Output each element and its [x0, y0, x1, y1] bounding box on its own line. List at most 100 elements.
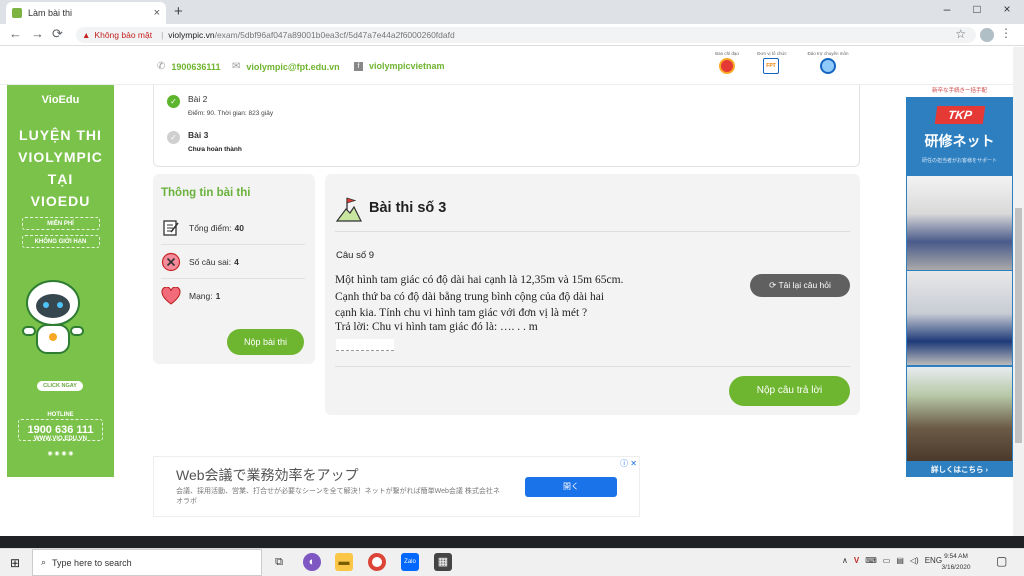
exam-item-title: Bài 3	[188, 130, 209, 140]
search-placeholder: Type here to search	[52, 557, 132, 568]
ad-website: WWW.VIO.EDU.VN	[34, 436, 87, 442]
phone-contact[interactable]: ✆ 1900636111	[157, 61, 220, 72]
browser-menu-icon[interactable]: ⋮	[1000, 26, 1012, 40]
org-label-3: Đảo trợ chuyên môn	[807, 51, 849, 56]
clock-date: 3/16/2020	[941, 564, 971, 571]
file-explorer-icon[interactable]: ▬	[335, 553, 353, 571]
ad-choices-icon[interactable]: ⓘ ✕	[620, 458, 637, 469]
ad-top-text: 新卒な手続きー括手配	[906, 85, 1013, 97]
mountain-flag-icon	[335, 197, 362, 222]
ad-line-3: TẠI	[47, 171, 74, 187]
search-icon: ⌕	[41, 557, 47, 567]
zalo-icon[interactable]: Zalo	[401, 553, 419, 571]
ad-line-1: LUYỆN THI	[19, 127, 102, 143]
total-score-value: 40	[234, 222, 244, 233]
facebook-icon: f	[354, 61, 363, 71]
heart-icon	[161, 286, 181, 306]
browser-app-icon[interactable]: ◐	[303, 553, 321, 571]
back-arrow-icon[interactable]: ←	[9, 26, 22, 41]
system-tray: ∧ V ⌨ ▭ ▤ ◁) ENG	[842, 556, 942, 565]
ad-pill-free: MIỄN PHÍ	[21, 217, 100, 230]
exam-item-2[interactable]: ✓ Bài 2 Điểm: 90. Thời gian: 823 giây	[167, 94, 273, 117]
exam-info-title: Thông tin bài thi	[161, 187, 251, 199]
taskbar-search-input[interactable]: ⌕ Type here to search	[32, 549, 262, 576]
profile-avatar-icon[interactable]	[980, 28, 994, 42]
bottom-banner-ad[interactable]: Web会議で業務効率をアップ 会議、採用活動、営業、打合せが必要なシーンを全て解…	[153, 456, 640, 517]
exam-item-title: Bài 2	[188, 94, 208, 104]
url-separator: |	[161, 30, 164, 40]
window-minimize-button[interactable]: –	[930, 2, 964, 16]
insecure-label: Không bảo mật	[94, 30, 153, 40]
ad-title: 研修ネット	[924, 133, 995, 149]
tray-app-icon[interactable]: V	[854, 556, 859, 565]
tray-chevron-icon[interactable]: ∧	[842, 556, 848, 565]
ad-pill-unlimited: KHÔNG GIỚI HẠN	[21, 235, 100, 248]
tkp-side-ad[interactable]: 新卒な手続きー括手配 TKP 研修ネット 研任の担当者がお客様をサポート 詳しく…	[906, 85, 1013, 477]
question-number: Câu số 9	[336, 250, 375, 261]
facebook-contact[interactable]: f violympicvietnam	[354, 61, 445, 71]
ad-open-button[interactable]: 開く	[525, 477, 617, 497]
exam-item-3[interactable]: ✓ Bài 3 Chưa hoàn thành	[167, 130, 242, 153]
fpt-logo-icon[interactable]: FPT	[763, 58, 779, 74]
exam-item-meta: Chưa hoàn thành	[188, 146, 242, 153]
bookmark-star-icon[interactable]: ☆	[955, 27, 966, 41]
task-view-icon[interactable]: ⧉	[270, 553, 288, 571]
total-score-label: Tổng điểm:	[189, 222, 232, 233]
submit-answer-button[interactable]: Nộp câu trả lời	[729, 376, 850, 406]
tray-keyboard-icon[interactable]: ⌨	[865, 556, 877, 565]
forward-arrow-icon[interactable]: →	[31, 26, 44, 41]
url-bar[interactable]: ▲ Không bảo mật | violympic.vn /exam/5db…	[76, 27, 976, 43]
volume-icon[interactable]: ◁)	[910, 556, 919, 565]
calculator-icon[interactable]: ▦	[434, 553, 452, 571]
partner-logo-icon[interactable]	[820, 58, 836, 74]
windows-start-icon[interactable]: ⊞	[10, 556, 20, 570]
page-bottom-strip	[0, 536, 1024, 548]
mail-icon: ✉	[232, 61, 241, 72]
url-path: /exam/5dbf96af047a89001b0ea3cf/5d47a7e44…	[214, 30, 455, 40]
taskbar-clock[interactable]: 9:54 AM 3/16/2020	[938, 551, 974, 573]
wrong-count-value: 4	[234, 256, 239, 267]
chrome-icon[interactable]	[368, 553, 386, 571]
browser-tab[interactable]: Làm bài thi ×	[6, 2, 166, 24]
reload-icon[interactable]: ⟳	[52, 26, 63, 42]
clock-time: 9:54 AM	[944, 553, 968, 560]
battery-icon[interactable]: ▭	[883, 556, 891, 565]
wrong-count-label: Số câu sai:	[189, 256, 232, 267]
network-icon[interactable]: ▤	[896, 556, 904, 565]
ad-description: 会議、採用活動、営業、打合せが必要なシーンを全て解決！ネットが繋がれば簡単Web…	[176, 488, 500, 505]
tab-close-icon[interactable]: ×	[154, 7, 160, 19]
phone-icon: ✆	[157, 61, 166, 72]
new-tab-button[interactable]: +	[174, 3, 183, 20]
total-score-row: Tổng điểm: 40	[161, 211, 305, 245]
url-host: violympic.vn	[168, 30, 215, 40]
question-line: Cạnh thứ ba có độ dài bằng trung bình cộ…	[335, 290, 605, 303]
facebook-name: violympicvietnam	[369, 61, 445, 71]
title-divider	[335, 231, 850, 232]
reload-question-button[interactable]: ⟳ Tải lại câu hỏi	[750, 274, 850, 297]
org-label-2: Đơn vị tổ chức	[757, 51, 787, 56]
click-now-button[interactable]: CLICK NGAY	[37, 381, 83, 391]
question-line: cạnh kia. Tính chu vi hình tam giác với …	[335, 307, 588, 319]
submit-exam-button[interactable]: Nộp bài thi	[227, 329, 304, 355]
hotline-label: HOTLINE	[47, 412, 74, 418]
vioedu-logo: VioEdu	[41, 94, 80, 106]
ad-headline: Web会議で業務効率をアップ	[176, 467, 359, 483]
ad-more-link[interactable]: 詳しくはこちら ›	[906, 464, 1013, 475]
question-divider	[335, 366, 850, 367]
ad-subtitle: 研任の担当者がお客様をサポート	[921, 158, 997, 164]
email-contact[interactable]: ✉ violympic@fpt.edu.vn	[232, 61, 340, 72]
lives-value: 1	[215, 291, 221, 301]
answer-input[interactable]	[336, 339, 394, 351]
window-maximize-button[interactable]: □	[960, 2, 994, 16]
exam-title: Bài thi số 3	[369, 200, 447, 216]
social-icons: ◉ ◉ ◉ ◉	[47, 451, 74, 457]
emblem-logo-icon[interactable]	[719, 58, 735, 74]
answer-prompt: Trả lời: Chu vi hình tam giác đó là: …. …	[335, 321, 538, 333]
notification-icon[interactable]: ▢	[996, 554, 1007, 568]
conference-room-photo-1	[907, 176, 1012, 270]
notepad-icon	[161, 218, 181, 238]
tab-title: Làm bài thi	[28, 8, 73, 18]
check-done-icon: ✓	[167, 95, 180, 108]
window-close-button[interactable]: ×	[990, 2, 1024, 16]
scrollbar-thumb[interactable]	[1015, 208, 1022, 443]
